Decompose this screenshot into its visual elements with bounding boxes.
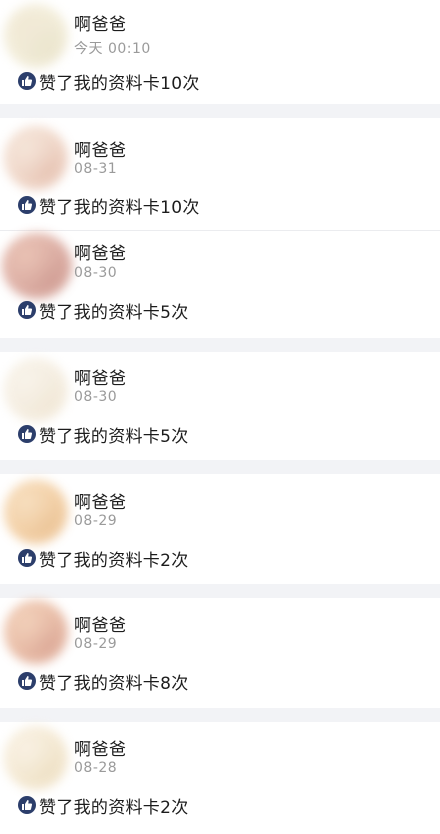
like-count-text: 赞了我的资料卡8次 bbox=[39, 673, 189, 694]
user-name[interactable]: 啊爸爸 bbox=[74, 611, 127, 636]
timestamp: 08-29 bbox=[74, 636, 118, 652]
timestamp: 08-28 bbox=[74, 760, 118, 776]
list-item[interactable]: 啊爸爸 08-29 赞了我的资料卡2次 bbox=[0, 474, 440, 584]
list-item[interactable]: 啊爸爸 08-28 赞了我的资料卡2次 bbox=[0, 722, 440, 834]
thumbs-up-icon bbox=[18, 301, 36, 319]
section-separator bbox=[0, 584, 440, 598]
like-count-text: 赞了我的资料卡10次 bbox=[39, 73, 200, 94]
like-summary: 赞了我的资料卡5次 bbox=[18, 299, 189, 323]
like-count-text: 赞了我的资料卡5次 bbox=[39, 426, 189, 447]
user-name[interactable]: 啊爸爸 bbox=[74, 136, 127, 161]
thumbs-up-icon bbox=[18, 425, 36, 443]
list-item[interactable]: 啊爸爸 08-30 赞了我的资料卡5次 bbox=[0, 231, 440, 338]
list-item[interactable]: 啊爸爸 08-31 赞了我的资料卡10次 bbox=[0, 118, 440, 230]
avatar[interactable] bbox=[2, 233, 72, 299]
avatar[interactable] bbox=[4, 126, 68, 190]
like-count-text: 赞了我的资料卡2次 bbox=[39, 797, 189, 818]
list-item[interactable]: 啊爸爸 08-30 赞了我的资料卡5次 bbox=[0, 352, 440, 460]
thumbs-up-icon bbox=[18, 796, 36, 814]
thumbs-up-icon bbox=[18, 72, 36, 90]
like-summary: 赞了我的资料卡10次 bbox=[18, 194, 200, 218]
avatar[interactable] bbox=[4, 480, 68, 544]
like-summary: 赞了我的资料卡10次 bbox=[18, 70, 200, 94]
list-item[interactable]: 啊爸爸 今天 00:10 赞了我的资料卡10次 bbox=[0, 0, 440, 104]
timestamp: 08-30 bbox=[74, 265, 118, 281]
like-summary: 赞了我的资料卡5次 bbox=[18, 423, 189, 447]
user-name[interactable]: 啊爸爸 bbox=[74, 488, 127, 513]
user-name[interactable]: 啊爸爸 bbox=[74, 239, 127, 264]
user-name[interactable]: 啊爸爸 bbox=[74, 364, 127, 389]
like-summary: 赞了我的资料卡8次 bbox=[18, 670, 189, 694]
timestamp: 08-29 bbox=[74, 513, 118, 529]
avatar[interactable] bbox=[4, 726, 68, 790]
section-separator bbox=[0, 708, 440, 722]
thumbs-up-icon bbox=[18, 549, 36, 567]
like-count-text: 赞了我的资料卡5次 bbox=[39, 302, 189, 323]
like-notification-list: 啊爸爸 今天 00:10 赞了我的资料卡10次 啊爸爸 08-31 赞了我的资料… bbox=[0, 0, 440, 834]
user-name[interactable]: 啊爸爸 bbox=[74, 735, 127, 760]
thumbs-up-icon bbox=[18, 196, 36, 214]
list-item[interactable]: 啊爸爸 08-29 赞了我的资料卡8次 bbox=[0, 598, 440, 708]
timestamp: 08-31 bbox=[74, 161, 118, 177]
section-separator bbox=[0, 460, 440, 474]
avatar[interactable] bbox=[4, 600, 68, 664]
avatar[interactable] bbox=[4, 358, 68, 422]
avatar[interactable] bbox=[4, 4, 68, 68]
thumbs-up-icon bbox=[18, 672, 36, 690]
user-name[interactable]: 啊爸爸 bbox=[74, 10, 127, 35]
like-count-text: 赞了我的资料卡10次 bbox=[39, 197, 200, 218]
timestamp: 08-30 bbox=[74, 389, 118, 405]
like-summary: 赞了我的资料卡2次 bbox=[18, 794, 189, 818]
like-count-text: 赞了我的资料卡2次 bbox=[39, 550, 189, 571]
like-summary: 赞了我的资料卡2次 bbox=[18, 547, 189, 571]
section-separator bbox=[0, 338, 440, 352]
timestamp: 今天 00:10 bbox=[74, 41, 151, 57]
section-separator bbox=[0, 104, 440, 118]
